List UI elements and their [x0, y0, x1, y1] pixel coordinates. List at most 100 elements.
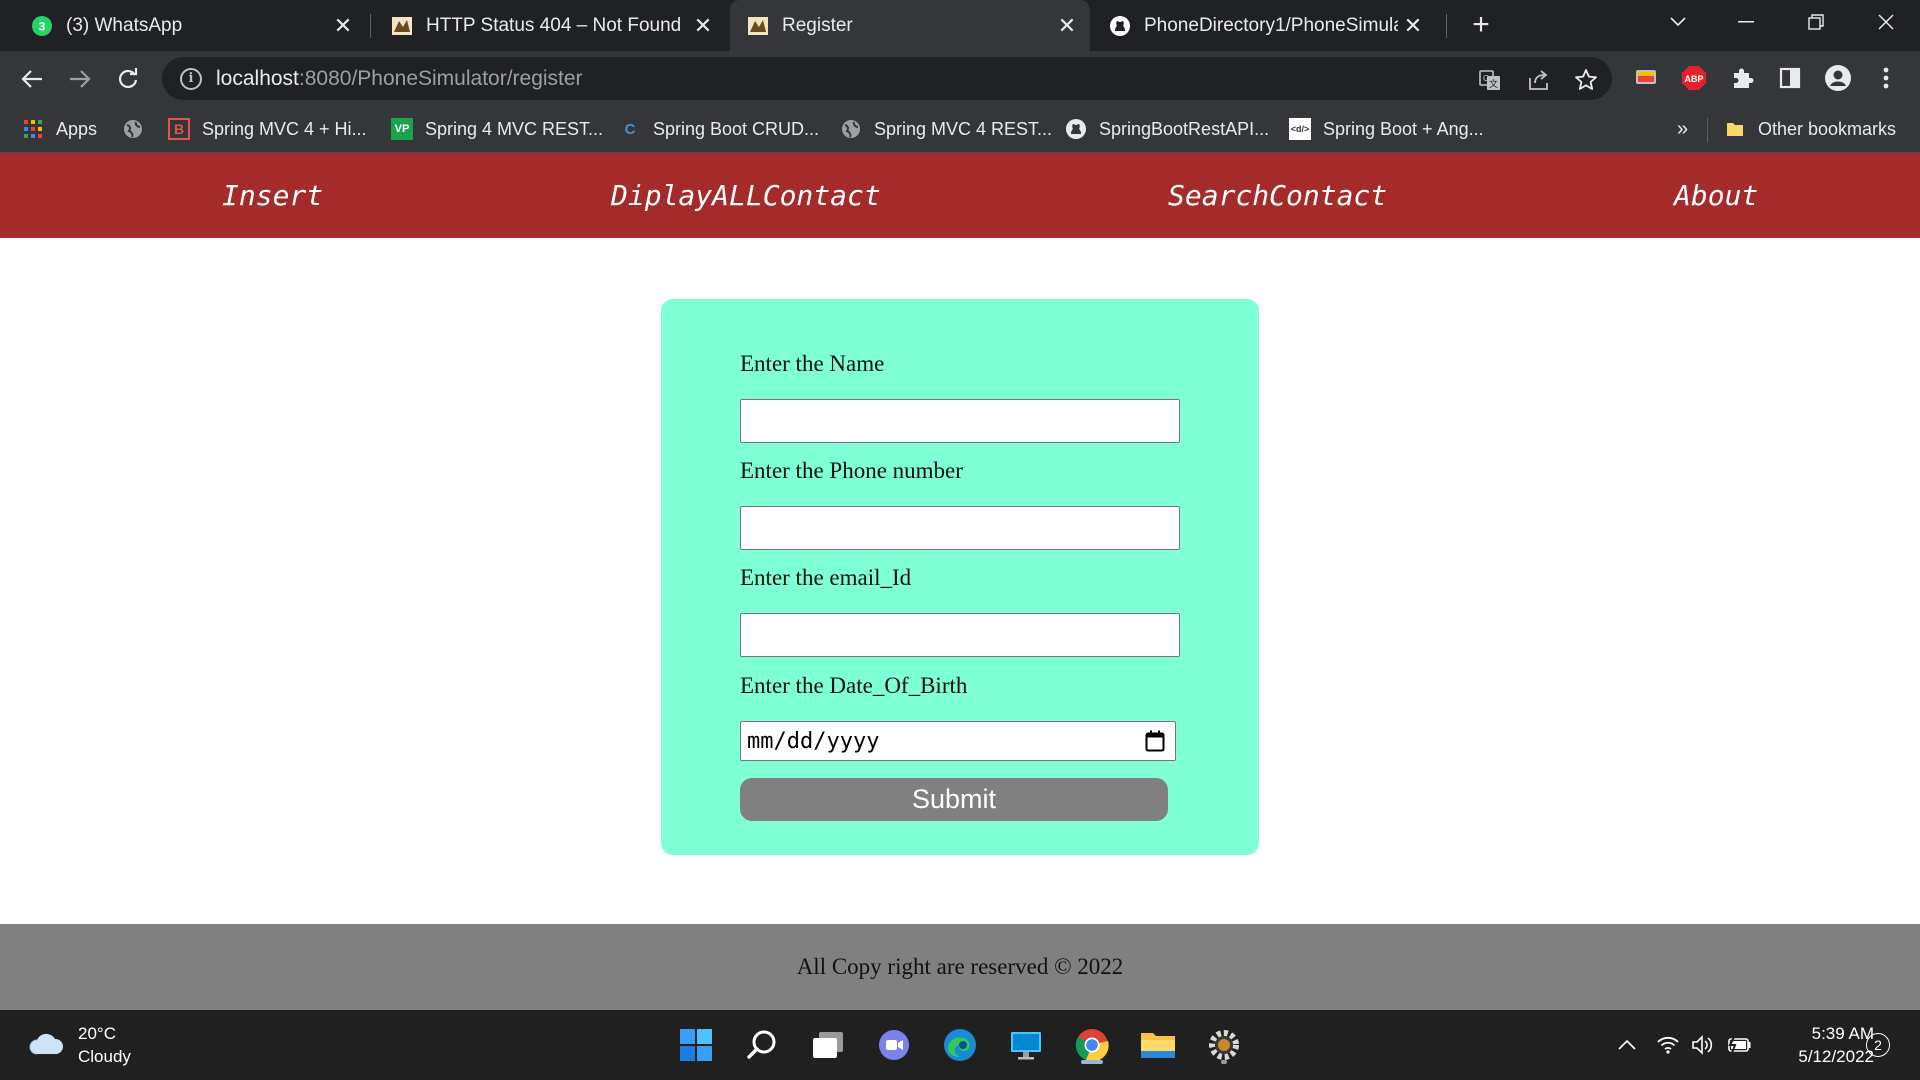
github-icon	[1108, 14, 1132, 38]
back-icon[interactable]	[14, 61, 50, 97]
tab-title: HTTP Status 404 – Not Found	[426, 14, 682, 36]
close-tab-icon[interactable]: ✕	[328, 11, 358, 41]
close-tab-icon[interactable]: ✕	[1398, 11, 1428, 41]
clock-date: 5/12/2022	[1798, 1047, 1874, 1066]
name-input[interactable]	[740, 399, 1180, 443]
bookmark-star-icon[interactable]	[1574, 68, 1598, 92]
cloud-weather-icon	[28, 1029, 64, 1062]
globe-icon	[840, 118, 862, 140]
chrome-menu-icon[interactable]	[1872, 64, 1900, 92]
address-bar[interactable]: i localhost:8080/PhoneSimulator/register…	[162, 57, 1612, 100]
bookmarks-separator	[1707, 118, 1708, 142]
apps-grid-icon	[22, 118, 44, 140]
calendar-icon[interactable]	[1143, 729, 1167, 753]
new-tab-button[interactable]: +	[1464, 8, 1498, 42]
bookmark-label: Spring Boot + Ang...	[1323, 118, 1484, 139]
settings-gear-app-icon[interactable]	[1204, 1025, 1244, 1065]
battery-charging-icon[interactable]	[1726, 1032, 1752, 1058]
tab-separator	[1446, 14, 1447, 38]
search-icon[interactable]	[742, 1025, 782, 1065]
minimize-icon[interactable]	[1712, 0, 1780, 44]
url-path: :8080/PhoneSimulator/register	[298, 66, 583, 90]
clock-time: 5:39 AM	[1811, 1024, 1874, 1043]
whatsapp-icon: 3	[30, 14, 54, 38]
reload-icon[interactable]	[110, 61, 146, 97]
svg-text:G: G	[1483, 74, 1489, 83]
taskbar-clock[interactable]: 5:39 AM 5/12/2022	[1764, 1022, 1874, 1068]
restore-icon[interactable]	[1782, 0, 1850, 44]
url-host: localhost	[216, 66, 299, 90]
chrome-running-indicator	[1081, 1060, 1103, 1064]
page-viewport: Insert DiplayALLContact SearchContact Ab…	[0, 153, 1920, 1010]
email-input[interactable]	[740, 613, 1180, 657]
bookmark-spring4-mvc-rest[interactable]: VP Spring 4 MVC REST...	[391, 106, 603, 152]
adblock-plus-icon[interactable]: ABP	[1680, 64, 1708, 92]
close-tab-icon[interactable]: ✕	[1052, 11, 1082, 41]
tab-title: PhoneDirectory1/PhoneSimulato	[1144, 14, 1398, 36]
settings-running-indicator	[1221, 1060, 1227, 1064]
tab-register[interactable]: Register ✕	[730, 0, 1090, 51]
nav-about[interactable]: About	[1674, 153, 1758, 238]
github-icon	[1065, 118, 1087, 140]
tab-github[interactable]: PhoneDirectory1/PhoneSimulato ✕	[1092, 0, 1436, 51]
whatsapp-badge: 3	[39, 19, 46, 33]
tab-separator	[370, 14, 371, 38]
bookmark-spring-mvc-hi[interactable]: B Spring MVC 4 + Hi...	[168, 106, 367, 152]
volume-icon[interactable]	[1690, 1032, 1716, 1058]
tray-overflow-chevron-icon[interactable]	[1614, 1032, 1640, 1058]
file-explorer-icon[interactable]	[1138, 1025, 1178, 1065]
site-footer: All Copy right are reserved © 2022	[0, 924, 1920, 1010]
register-form: Enter the Name Enter the Phone number En…	[661, 299, 1259, 855]
nav-display-all-contact[interactable]: DiplayALLContact	[611, 153, 881, 238]
tab-404[interactable]: HTTP Status 404 – Not Found ✕	[374, 0, 726, 51]
email-label: Enter the email_Id	[740, 565, 912, 590]
chrome-app-icon[interactable]	[1072, 1025, 1112, 1065]
edge-browser-icon[interactable]	[940, 1025, 980, 1065]
phone-input[interactable]	[740, 506, 1180, 550]
close-window-icon[interactable]	[1852, 0, 1920, 44]
weather-widget[interactable]: 20°C Cloudy	[28, 1022, 131, 1068]
bookmark-globe[interactable]	[122, 106, 156, 152]
bookmarks-bar: Apps B Spring MVC 4 + Hi... VP Spring 4 …	[0, 106, 1920, 153]
weather-temp: 20°C	[78, 1024, 116, 1043]
wifi-icon[interactable]	[1655, 1032, 1681, 1058]
side-panel-icon[interactable]	[1776, 64, 1804, 92]
globe-icon	[122, 118, 144, 140]
bookmark-apps[interactable]: Apps	[22, 106, 97, 152]
dob-placeholder: mm/dd/yyyy	[747, 728, 880, 754]
translate-icon[interactable]: 文G	[1478, 68, 1502, 92]
bookmark-spring-boot-crud[interactable]: C Spring Boot CRUD...	[619, 106, 819, 152]
folder-icon	[1724, 118, 1746, 140]
windows-start-icon[interactable]	[676, 1025, 716, 1065]
bookmark-label: Apps	[56, 118, 98, 139]
share-icon[interactable]	[1527, 68, 1551, 92]
bookmark-label: Spring MVC 4 + Hi...	[202, 118, 367, 139]
tomcat-icon	[390, 14, 414, 38]
forward-icon[interactable]	[62, 61, 98, 97]
tab-whatsapp[interactable]: 3 (3) WhatsApp ✕	[14, 0, 366, 51]
notification-count-badge[interactable]: 2	[1866, 1033, 1890, 1057]
extensions-puzzle-icon[interactable]	[1728, 64, 1756, 92]
tab-strip: 3 (3) WhatsApp ✕ HTTP Status 404 – Not F…	[0, 0, 1920, 51]
windows-taskbar: 20°C Cloudy 5:39 AM 5/12/2022 2	[0, 1010, 1920, 1080]
footer-copyright: All Copy right are reserved © 2022	[796, 954, 1124, 979]
site-info-icon[interactable]: i	[180, 67, 202, 90]
abp-label: ABP	[1684, 74, 1703, 84]
bookmark-spring-mvc4-rest[interactable]: Spring MVC 4 REST...	[840, 106, 1052, 152]
other-bookmarks[interactable]: Other bookmarks	[1724, 106, 1896, 152]
desktop-monitor-icon[interactable]	[1006, 1025, 1046, 1065]
more-bookmarks-chevron[interactable]: »	[1677, 106, 1688, 152]
bookmark-springbootrestapi[interactable]: SpringBootRestAPI...	[1065, 106, 1269, 152]
nav-search-contact[interactable]: SearchContact	[1168, 153, 1387, 238]
profile-avatar-icon[interactable]	[1824, 64, 1852, 92]
submit-button[interactable]: Submit	[740, 778, 1168, 821]
bookmark-spring-boot-ang[interactable]: <d/> Spring Boot + Ang...	[1289, 106, 1484, 152]
dob-date-input[interactable]: mm/dd/yyyy	[740, 721, 1176, 761]
cast-extension-icon[interactable]	[1632, 64, 1660, 92]
tab-search-chevron-icon[interactable]	[1644, 0, 1712, 44]
teams-chat-icon[interactable]	[874, 1025, 914, 1065]
nav-insert[interactable]: Insert	[222, 153, 323, 238]
task-view-icon[interactable]	[808, 1025, 848, 1065]
close-tab-icon[interactable]: ✕	[688, 11, 718, 41]
code-logo-icon: <d/>	[1289, 118, 1311, 140]
